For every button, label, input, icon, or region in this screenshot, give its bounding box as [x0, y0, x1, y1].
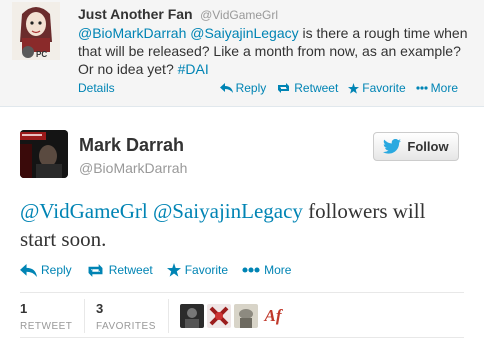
more-button[interactable]: More [242, 263, 291, 277]
retweet-icon [278, 83, 290, 93]
favoriter-avatar[interactable] [234, 304, 258, 328]
parent-retweet-button[interactable]: Retweet [276, 81, 338, 95]
reply-button[interactable]: Reply [20, 263, 72, 277]
star-icon [166, 263, 181, 277]
more-dots-icon [416, 86, 428, 90]
favorites-stat[interactable]: 3 FAVORITES [96, 301, 156, 332]
favoriter-avatar[interactable] [180, 304, 204, 328]
favoriter-avatar-text: Af [264, 306, 282, 325]
main-avatar[interactable] [20, 130, 68, 178]
favorite-button[interactable]: Favorite [166, 263, 228, 277]
favoriter-avatar[interactable]: Af [261, 304, 285, 328]
more-dots-icon [242, 267, 260, 273]
retweet-count: 1 [20, 301, 28, 316]
parent-favorite-button[interactable]: Favorite [348, 81, 406, 95]
retweet-button[interactable]: Retweet [86, 263, 153, 277]
mention-link[interactable]: @BioMarkDarrah [78, 25, 186, 41]
follow-button[interactable]: Follow [373, 132, 459, 161]
main-tweet-text: @VidGameGrl @SaiyajinLegacy followers wi… [20, 197, 460, 253]
retweet-stat[interactable]: 1 RETWEET [20, 301, 72, 332]
parent-avatar[interactable]: PC [12, 2, 60, 60]
parent-actions: Reply Retweet Favorite More [219, 81, 458, 95]
main-actions: Reply Retweet Favorite More [20, 263, 291, 277]
parent-more-button[interactable]: More [416, 81, 458, 95]
parent-handle[interactable]: @VidGameGrl [200, 8, 278, 22]
main-display-name[interactable]: Mark Darrah [79, 135, 184, 156]
details-link[interactable]: Details [78, 81, 115, 95]
twitter-bird-icon [383, 139, 402, 154]
parent-name-row: Just Another Fan @VidGameGrl [78, 6, 278, 24]
star-icon [348, 82, 360, 94]
tweet-stats: 1 RETWEET 3 FAVORITES Af [20, 292, 464, 338]
favoriter-avatar[interactable] [207, 304, 231, 328]
reply-icon [219, 83, 233, 93]
parent-tweet-text: @BioMarkDarrah @SaiyajinLegacy is there … [78, 24, 473, 78]
mention-link[interactable]: @SaiyajinLegacy [153, 199, 303, 223]
follow-label: Follow [407, 139, 449, 154]
parent-reply-button[interactable]: Reply [219, 81, 266, 95]
retweet-stat-label: RETWEET [20, 321, 73, 332]
favorites-count: 3 [96, 301, 104, 316]
hashtag-link[interactable]: #DAI [178, 61, 209, 77]
stat-divider [168, 299, 169, 333]
mention-link[interactable]: @VidGameGrl [20, 199, 148, 223]
stat-divider [84, 299, 85, 333]
retweet-icon [88, 263, 103, 277]
parent-tweet: PC Just Another Fan @VidGameGrl @BioMark… [0, 0, 484, 107]
reply-icon [20, 263, 37, 277]
parent-display-name[interactable]: Just Another Fan [78, 6, 193, 22]
mention-link[interactable]: @SaiyajinLegacy [190, 25, 298, 41]
favoriters-avatars: Af [180, 304, 285, 328]
svg-text:PC: PC [36, 50, 47, 59]
main-handle[interactable]: @BioMarkDarrah [79, 160, 187, 176]
favorites-stat-label: FAVORITES [96, 321, 156, 332]
